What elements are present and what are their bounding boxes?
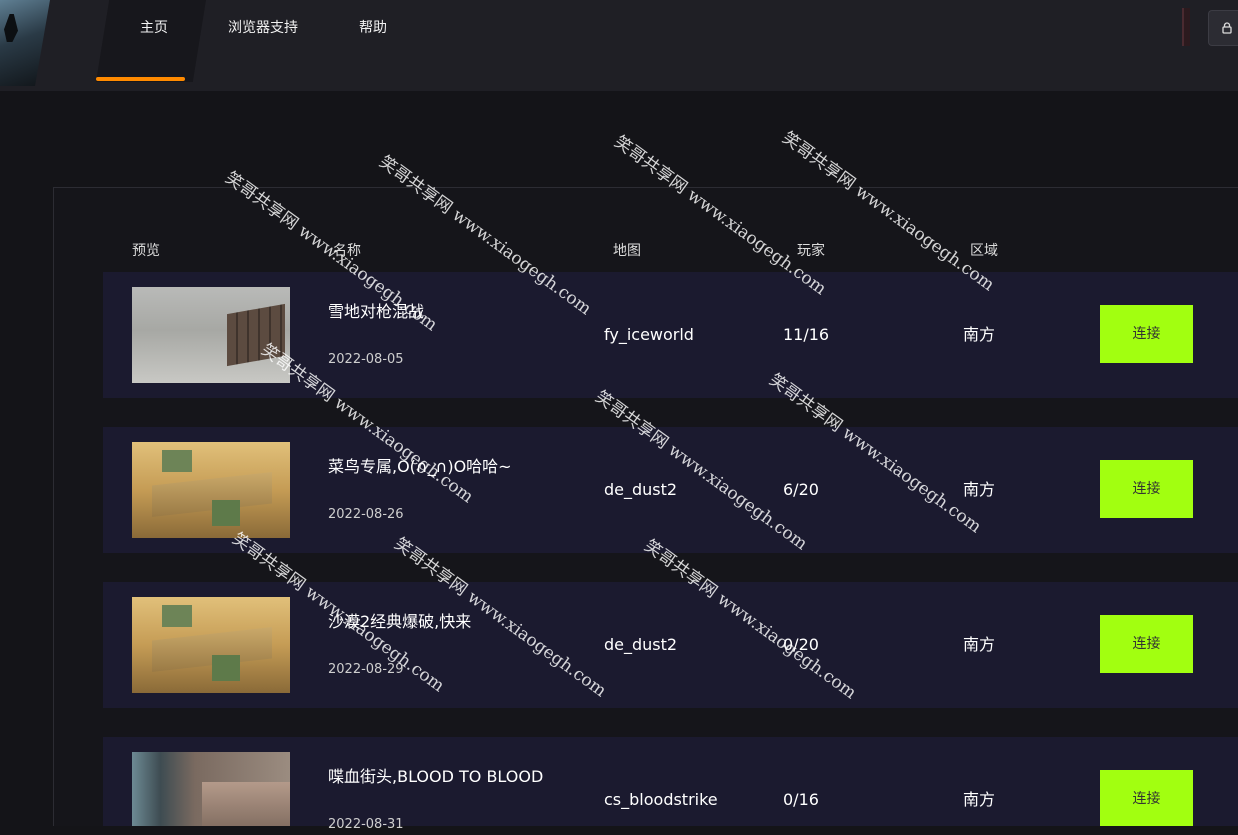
map-preview-image	[132, 597, 290, 693]
site-logo[interactable]	[0, 0, 50, 86]
server-name: 雪地对枪混战	[328, 302, 425, 321]
nav-active-highlight	[96, 0, 206, 82]
server-map: fy_iceworld	[604, 325, 694, 344]
server-region: 南方	[963, 790, 996, 809]
column-header-region: 区域	[970, 243, 998, 259]
map-preview-image	[132, 287, 290, 383]
connect-button[interactable]: 连接	[1100, 460, 1193, 518]
map-preview-image	[132, 752, 290, 826]
user-menu-button[interactable]	[1208, 10, 1238, 46]
server-players: 6/20	[783, 480, 819, 499]
server-date: 2022-08-26	[328, 507, 404, 522]
preview-crate	[212, 655, 240, 681]
server-name: 沙漠2经典爆破,快来	[328, 612, 472, 631]
server-region: 南方	[963, 480, 996, 499]
column-header-preview: 预览	[132, 243, 160, 259]
server-row: 喋血街头,BLOOD TO BLOOD 2022-08-31 cs_bloods…	[103, 737, 1238, 832]
top-navigation-bar: 主页 浏览器支持 帮助	[0, 0, 1238, 91]
connect-button[interactable]: 连接	[1100, 305, 1193, 363]
header-divider	[1182, 8, 1190, 46]
server-map: cs_bloodstrike	[604, 790, 718, 809]
column-header-name: 名称	[333, 243, 361, 259]
column-header-players: 玩家	[797, 243, 825, 259]
server-players: 11/16	[783, 325, 830, 344]
nav-item-home[interactable]: 主页	[140, 18, 168, 38]
server-players: 0/20	[783, 635, 819, 654]
logo-figure	[4, 14, 18, 42]
preview-crate	[212, 500, 240, 526]
preview-wall	[227, 303, 285, 367]
connect-button[interactable]: 连接	[1100, 770, 1193, 826]
connect-button[interactable]: 连接	[1100, 615, 1193, 673]
lock-icon	[1222, 22, 1232, 34]
server-map: de_dust2	[604, 480, 678, 499]
server-map: de_dust2	[604, 635, 678, 654]
preview-crate	[162, 605, 192, 627]
server-date: 2022-08-05	[328, 352, 404, 367]
nav-active-underline	[96, 77, 185, 81]
preview-wall	[202, 782, 290, 826]
server-date: 2022-08-29	[328, 662, 404, 677]
server-row: 雪地对枪混战 2022-08-05 fy_iceworld 11/16 南方 连…	[103, 272, 1238, 398]
column-header-map: 地图	[613, 243, 641, 259]
server-row: 沙漠2经典爆破,快来 2022-08-29 de_dust2 0/20 南方 连…	[103, 582, 1238, 708]
server-players: 0/16	[783, 790, 819, 809]
server-name: 菜鸟专属,O(∩_∩)O哈哈~	[328, 457, 512, 476]
nav-item-browser-support[interactable]: 浏览器支持	[228, 18, 298, 38]
server-region: 南方	[963, 325, 996, 344]
nav-item-help[interactable]: 帮助	[359, 18, 387, 38]
server-name: 喋血街头,BLOOD TO BLOOD	[328, 767, 544, 786]
server-date: 2022-08-31	[328, 817, 404, 832]
map-preview-image	[132, 442, 290, 538]
server-region: 南方	[963, 635, 996, 654]
server-row: 菜鸟专属,O(∩_∩)O哈哈~ 2022-08-26 de_dust2 6/20…	[103, 427, 1238, 553]
preview-crate	[162, 450, 192, 472]
